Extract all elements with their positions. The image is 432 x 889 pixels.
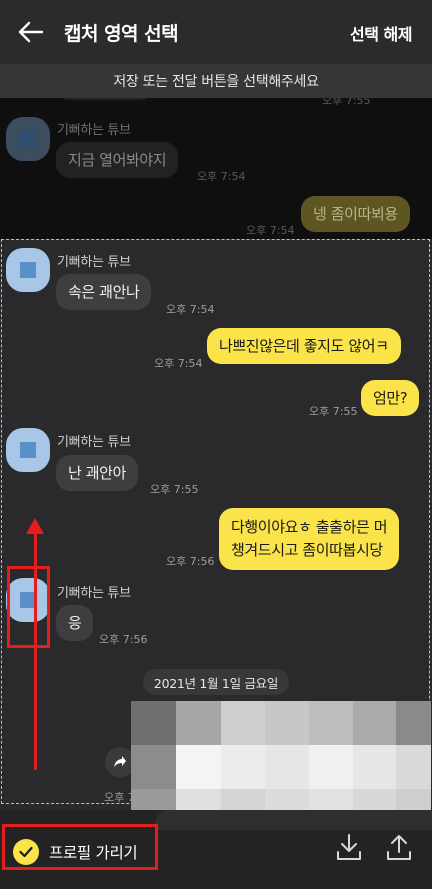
message-bubble[interactable]: 나쁘진않은데 좋지도 않어ㅋ <box>207 328 401 364</box>
message-bubble[interactable]: 속은 괘안나 <box>56 274 152 310</box>
message-time: 오후 7:54 <box>154 357 203 370</box>
message-text-line: 다행이야요ㅎ 출출하믄 머 <box>231 518 388 536</box>
arrow-head-icon <box>26 518 44 534</box>
date-divider: 2021년 1월 1일 금요일 <box>143 669 289 695</box>
message-bubble[interactable]: 넹 좀이따뵈용 <box>301 196 410 232</box>
page-title: 캡처 영역 선택 <box>64 23 179 45</box>
message-time: 오후 7 <box>104 791 135 804</box>
message-time: 오후 7:56 <box>99 633 148 646</box>
message-time: 오후 7:55 <box>322 98 371 107</box>
message-time: 오후 7:54 <box>197 170 246 183</box>
sender-name: 기뻐하는 튜브 <box>57 123 131 138</box>
blurred-photo[interactable] <box>131 701 431 810</box>
message-time: 오후 7:54 <box>246 224 295 237</box>
message-bubble[interactable]: 난 괘안아 <box>56 455 138 491</box>
avatar[interactable] <box>6 117 50 161</box>
message-bubble[interactable]: 지금 열어봐야지 <box>56 142 179 178</box>
message-bubble[interactable]: 다행이야요ㅎ 출출하믄 머 챙겨드시고 좀이따봅시당 <box>219 508 400 570</box>
highlight-box-toggle <box>2 824 158 870</box>
message-time: 오후 7:54 <box>166 303 215 316</box>
bottom-shade <box>155 810 432 830</box>
instruction-banner: 저장 또는 전달 버튼을 선택해주세요 <box>0 64 432 98</box>
message-bubble[interactable]: 엄만? <box>361 380 420 416</box>
back-arrow-icon[interactable] <box>18 20 44 44</box>
sender-name: 기뻐하는 튜브 <box>57 255 131 270</box>
message-time: 오후 7:55 <box>150 483 199 496</box>
highlight-box-avatar <box>7 566 50 648</box>
message-time: 오후 7:56 <box>166 555 215 568</box>
arrow-shaft <box>34 530 37 770</box>
avatar[interactable] <box>6 248 50 292</box>
avatar[interactable] <box>6 428 50 472</box>
sender-name: 기뻐하는 튜브 <box>57 435 131 450</box>
download-icon[interactable] <box>335 832 363 862</box>
message-bubble-partial <box>60 98 150 100</box>
message-text-line: 챙겨드시고 좀이따봅시당 <box>231 541 383 559</box>
top-bar: 캡처 영역 선택 선택 해제 <box>0 0 432 64</box>
chat-area[interactable]: 오후 7:55 기뻐하는 튜브 지금 열어봐야지 오후 7:54 넹 좀이따뵈용… <box>0 98 432 810</box>
message-bubble[interactable]: 응 <box>56 605 94 641</box>
sender-name: 기뻐하는 튜브 <box>57 586 131 601</box>
share-icon[interactable] <box>385 832 413 862</box>
message-time: 오후 7:55 <box>309 405 358 418</box>
deselect-button[interactable]: 선택 해제 <box>350 21 412 45</box>
